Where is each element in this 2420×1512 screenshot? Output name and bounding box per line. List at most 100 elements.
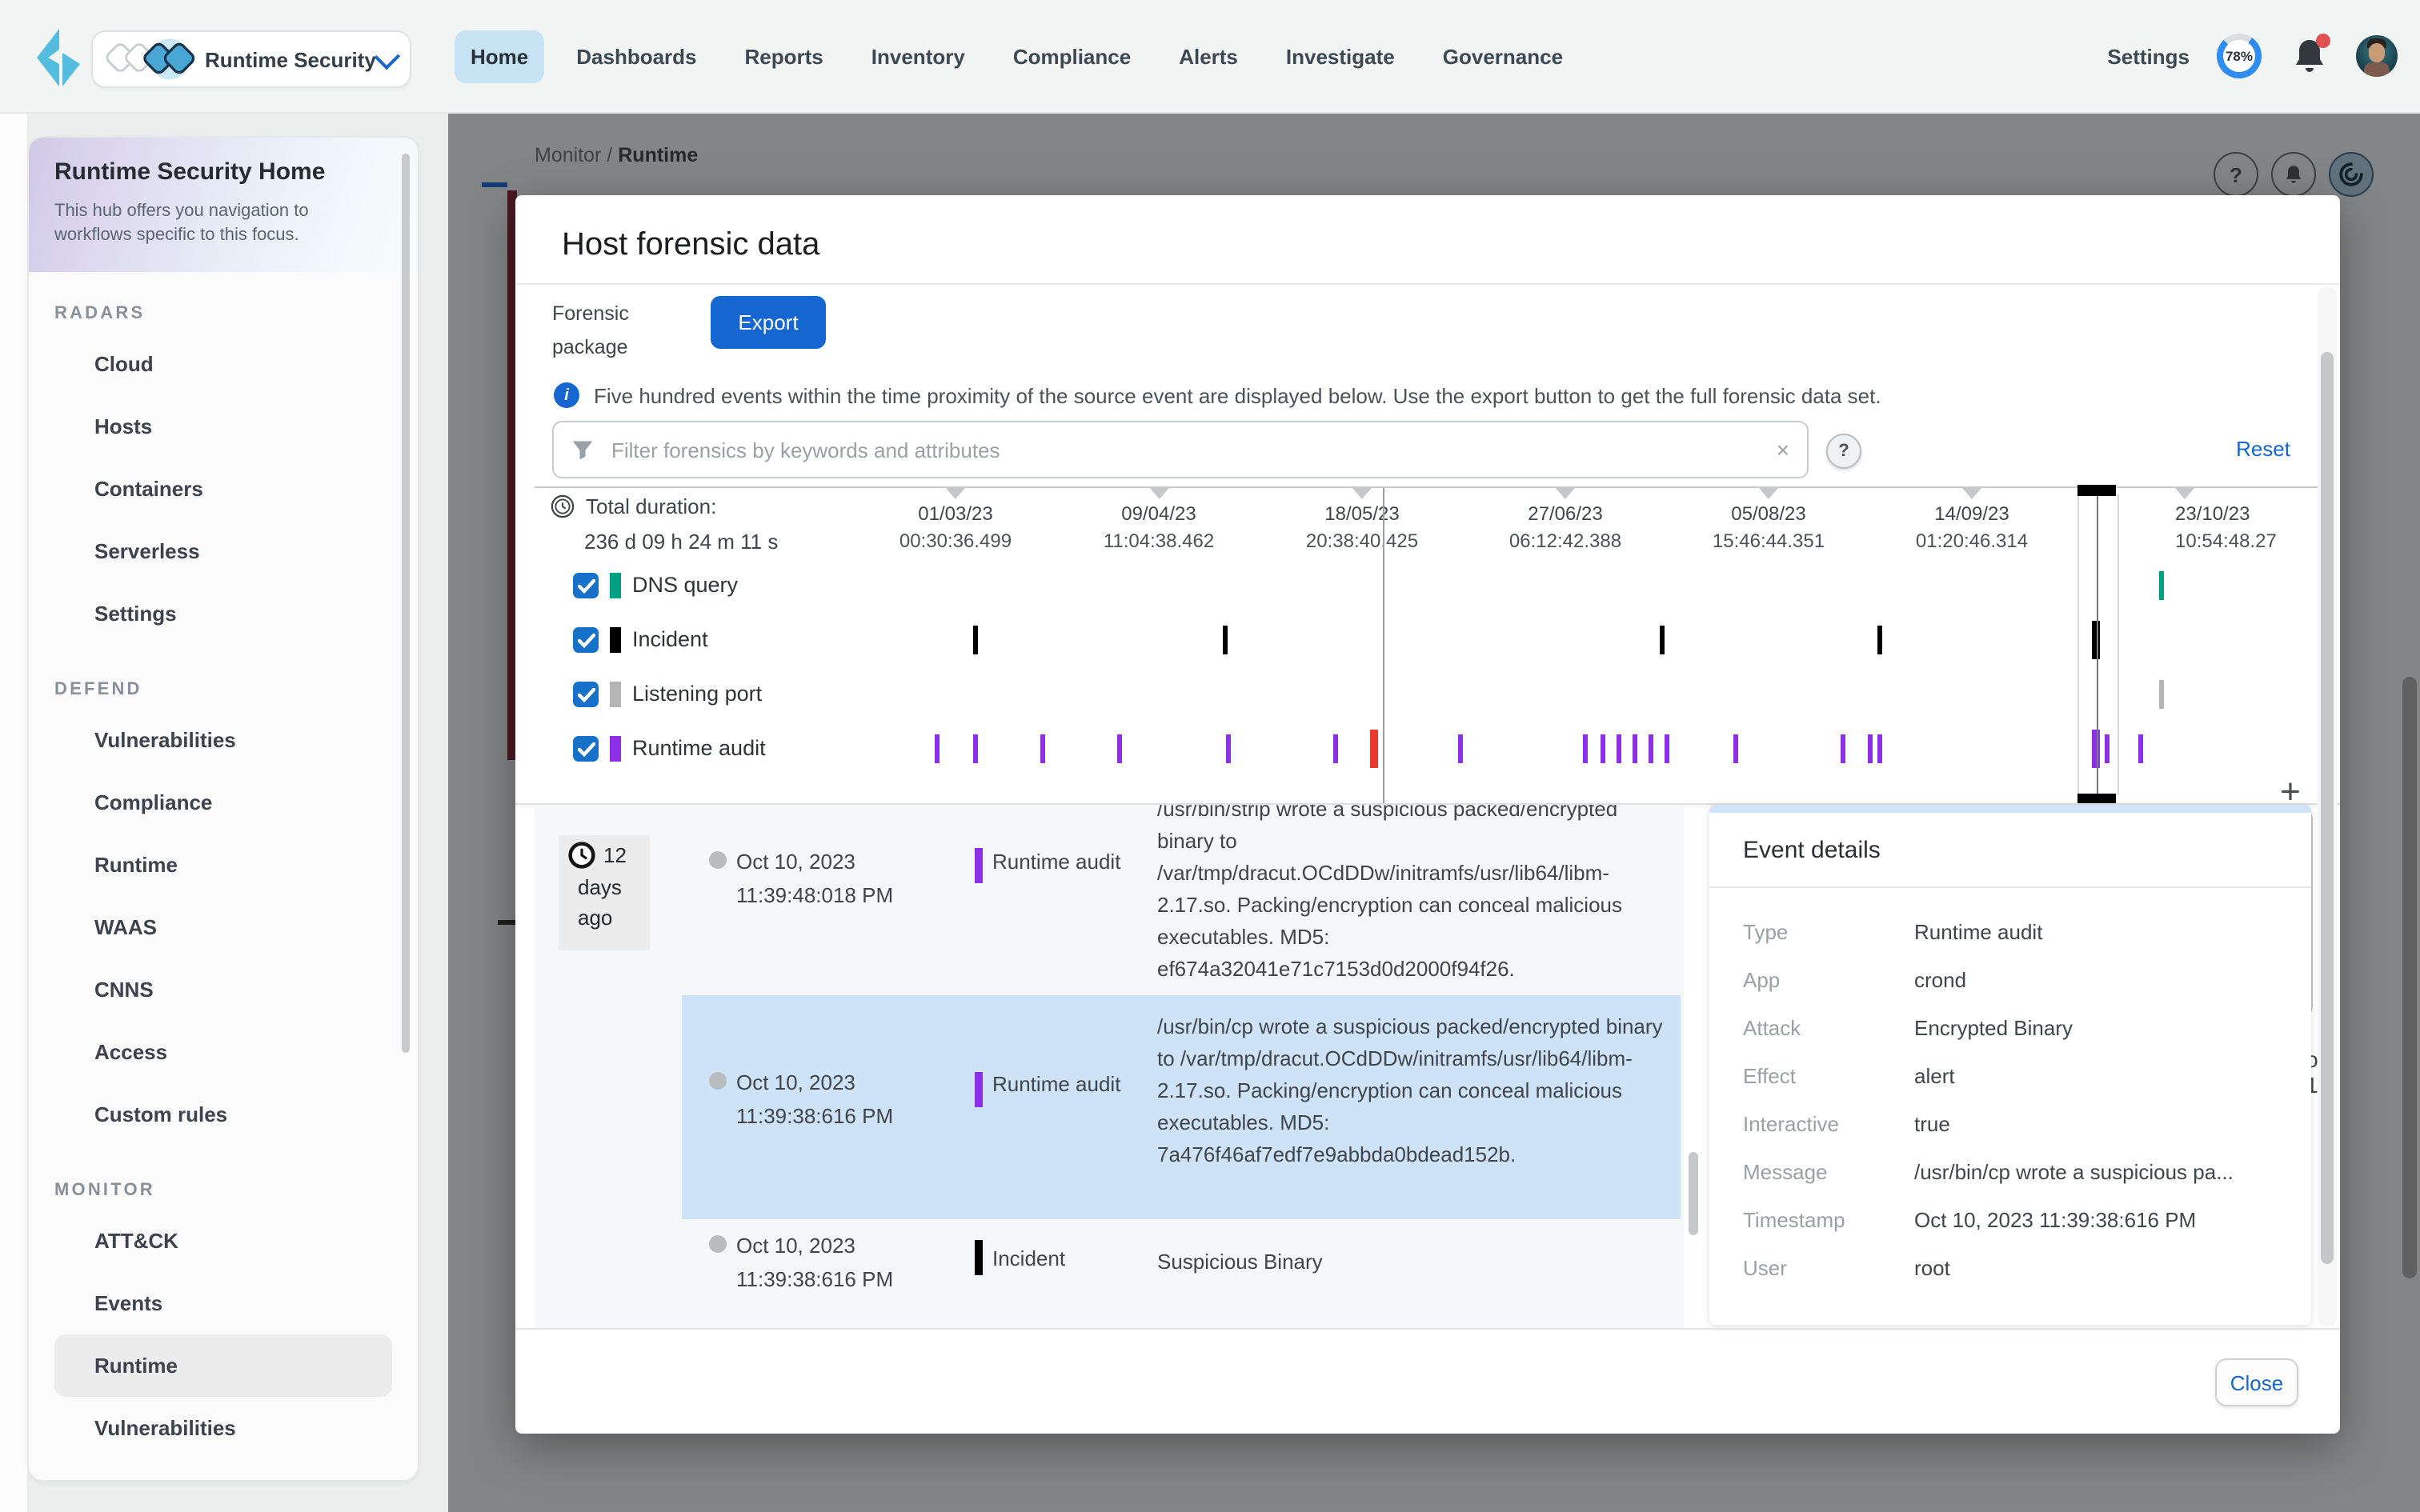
event-tick[interactable] <box>1332 734 1337 763</box>
event-tick[interactable] <box>1369 730 1377 768</box>
sidebar-item-access[interactable]: Access <box>54 1021 392 1083</box>
event-tick[interactable] <box>1877 734 1881 763</box>
event-dot-icon <box>709 851 727 869</box>
sidebar-item-cloud[interactable]: Cloud <box>54 333 392 395</box>
nav-item-home[interactable]: Home <box>455 30 544 82</box>
sidebar-item-hosts[interactable]: Hosts <box>54 395 392 458</box>
modal-title: Host forensic data <box>562 227 819 264</box>
event-tick[interactable] <box>1632 734 1637 763</box>
product-switcher-dropdown[interactable]: Runtime Security <box>91 30 411 88</box>
details-field-row: Userroot <box>1709 1243 2311 1291</box>
details-field-key: Effect <box>1743 1063 1914 1087</box>
sidebar-description: This hub offers you navigation to workfl… <box>54 200 359 248</box>
sidebar-item-runtime[interactable]: Runtime <box>54 1334 392 1397</box>
user-avatar[interactable] <box>2356 35 2398 77</box>
sidebar-item-runtime[interactable]: Runtime <box>54 834 392 896</box>
filter-help-button[interactable]: ? <box>1826 434 1861 469</box>
sidebar-item-waas[interactable]: WAAS <box>54 896 392 958</box>
event-tick[interactable] <box>934 734 939 763</box>
event-list-scrollbar[interactable] <box>1689 1152 1698 1235</box>
event-type-bar <box>975 1072 983 1107</box>
event-tick[interactable] <box>1225 734 1230 763</box>
modal-scrollbar-track[interactable] <box>2318 286 2337 1326</box>
close-button[interactable]: Close <box>2215 1358 2298 1406</box>
nav-item-investigate[interactable]: Investigate <box>1270 30 1411 82</box>
event-tick[interactable] <box>1648 734 1653 763</box>
event-list-row[interactable]: Oct 10, 202311:39:38:616 PMIncidentSuspi… <box>535 1229 1684 1328</box>
details-field-value: /usr/bin/cp wrote a suspicious pa... <box>1914 1159 2256 1183</box>
brush-left-edge <box>2077 494 2079 795</box>
date-label: 01/03/23 <box>899 502 1012 525</box>
details-field-key: Message <box>1743 1159 1914 1183</box>
event-type-label: Runtime audit <box>992 850 1120 874</box>
event-tick[interactable] <box>1116 734 1121 763</box>
date-marker-triangle-icon <box>2175 488 2194 499</box>
nav-item-alerts[interactable]: Alerts <box>1163 30 1254 82</box>
timeline-series-rows: DNS queryIncidentListening portRuntime a… <box>535 558 2318 776</box>
sidebar-hub-header: Runtime Security Home This hub offers yo… <box>29 138 418 272</box>
event-tick[interactable] <box>1733 734 1737 763</box>
event-tick[interactable] <box>2158 680 2163 709</box>
left-sidebar-region: Runtime Security Home This hub offers yo… <box>0 112 448 1512</box>
sidebar-item-vulnerabilities[interactable]: Vulnerabilities <box>54 1397 392 1459</box>
nav-item-inventory[interactable]: Inventory <box>855 30 981 82</box>
modal-footer-divider <box>515 1328 2340 1330</box>
series-checkbox[interactable] <box>573 682 599 707</box>
series-checkbox[interactable] <box>573 627 599 653</box>
sidebar-item-cnns[interactable]: CNNS <box>54 958 392 1021</box>
nav-item-governance[interactable]: Governance <box>1427 30 1579 82</box>
sidebar-item-custom-rules[interactable]: Custom rules <box>54 1083 392 1146</box>
clear-filter-icon[interactable]: × <box>1777 437 1789 462</box>
settings-link[interactable]: Settings <box>2107 44 2190 68</box>
event-tick[interactable] <box>972 734 977 763</box>
date-label: 23/10/23 <box>2175 502 2277 525</box>
event-tick[interactable] <box>1616 734 1621 763</box>
event-tick[interactable] <box>1659 626 1664 654</box>
event-tick[interactable] <box>1600 734 1605 763</box>
nav-item-reports[interactable]: Reports <box>729 30 839 82</box>
event-date-line: Oct 10, 2023 <box>736 1229 893 1262</box>
event-tick[interactable] <box>1664 734 1669 763</box>
modal-scrollbar-thumb[interactable] <box>2321 352 2334 1264</box>
nav-item-dashboards[interactable]: Dashboards <box>560 30 712 82</box>
time-label: 20:38:40.425 <box>1306 530 1418 552</box>
event-tick[interactable] <box>1222 626 1227 654</box>
event-tick[interactable] <box>1877 626 1881 654</box>
sidebar-item-settings[interactable]: Settings <box>54 582 392 645</box>
event-tick[interactable] <box>1867 734 1872 763</box>
progress-ring-badge[interactable]: 78% <box>2215 32 2263 80</box>
event-tick[interactable] <box>1457 734 1462 763</box>
sidebar-item-compliance[interactable]: Compliance <box>54 771 392 834</box>
nav-item-compliance[interactable]: Compliance <box>997 30 1147 82</box>
export-button[interactable]: Export <box>711 296 826 349</box>
event-tick[interactable] <box>1582 734 1587 763</box>
sidebar-scrollbar[interactable] <box>402 154 410 1053</box>
sidebar-item-att-ck[interactable]: ATT&CK <box>54 1210 392 1272</box>
series-checkbox[interactable] <box>573 736 599 762</box>
details-field-value: true <box>1914 1111 1973 1135</box>
filter-input[interactable] <box>608 436 1777 463</box>
series-checkbox[interactable] <box>573 573 599 598</box>
event-list-row[interactable]: Oct 10, 202311:39:38:616 PMRuntime audit… <box>535 995 1684 1219</box>
reset-link[interactable]: Reset <box>2236 437 2290 461</box>
sidebar-item-events[interactable]: Events <box>54 1272 392 1334</box>
timeline-date-column: 23/10/2310:54:48.27 <box>2175 488 2277 552</box>
forensic-package-label: Forensic package <box>552 298 664 365</box>
timeline-selection-brush[interactable] <box>2077 485 2119 805</box>
event-tick[interactable] <box>1040 734 1044 763</box>
brand-logo-icon <box>35 27 99 88</box>
product-modules-icon <box>106 35 202 83</box>
details-field-row: Appcrond <box>1709 955 2311 1003</box>
event-tick[interactable] <box>972 626 977 654</box>
brush-right-edge <box>2118 494 2119 795</box>
brush-top-handle[interactable] <box>2077 485 2116 496</box>
event-tick[interactable] <box>2138 734 2142 763</box>
timeline-row-listening-port: Listening port <box>535 667 2318 722</box>
notifications-button[interactable] <box>2289 35 2330 77</box>
sidebar-item-serverless[interactable]: Serverless <box>54 520 392 582</box>
event-tick[interactable] <box>2158 571 2163 600</box>
sidebar-item-vulnerabilities[interactable]: Vulnerabilities <box>54 709 392 771</box>
event-tick[interactable] <box>1840 734 1845 763</box>
sidebar-item-containers[interactable]: Containers <box>54 458 392 520</box>
event-list-row[interactable]: 12daysagoOct 10, 202311:39:48:018 PMRunt… <box>535 805 1684 995</box>
